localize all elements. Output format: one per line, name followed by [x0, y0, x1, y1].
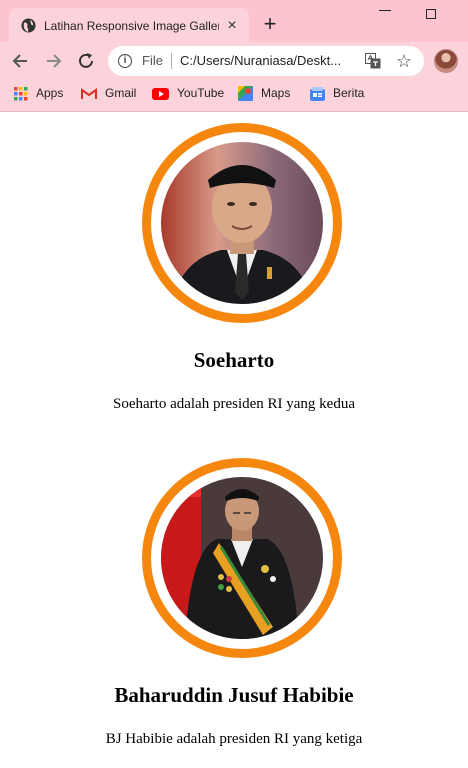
arrow-left-icon[interactable] [10, 50, 32, 72]
bookmark-label: YouTube [177, 86, 225, 100]
avatar[interactable] [434, 49, 458, 73]
portrait-frame [142, 123, 342, 323]
url-scheme: File [142, 53, 163, 68]
tab-title: Latihan Responsive Image Gallery [44, 19, 219, 33]
tab-close-button[interactable]: × [223, 17, 241, 35]
star-icon[interactable]: ☆ [396, 51, 412, 71]
person-name: Baharuddin Jusuf Habibie [114, 683, 354, 707]
new-tab-button[interactable]: + [259, 13, 281, 36]
translate-icon[interactable] [365, 53, 381, 69]
bookmarks-bar: Apps Gmail YouTube Maps Berita [0, 80, 468, 106]
reload-icon[interactable] [75, 50, 97, 72]
url-text[interactable]: C:/Users/Nuraniasa/Deskt... [180, 53, 358, 69]
portrait-frame [142, 458, 342, 658]
tab-strip: Latihan Responsive Image Gallery × + [0, 0, 468, 42]
gmail-icon [81, 87, 97, 99]
maps-icon [238, 86, 253, 102]
bookmark-label: Gmail [105, 86, 137, 100]
browser-chrome: Latihan Responsive Image Gallery × + i F… [0, 0, 468, 112]
url-separator [171, 53, 172, 69]
bookmark-gmail[interactable]: Gmail [81, 84, 136, 102]
address-bar[interactable]: i File C:/Users/Nuraniasa/Deskt... ☆ [108, 46, 424, 76]
bookmark-maps[interactable]: Maps [238, 84, 290, 102]
maximize-button[interactable] [426, 9, 436, 19]
person-description: BJ Habibie adalah presiden RI yang ketig… [105, 731, 363, 747]
bookmark-label: Apps [36, 86, 64, 100]
youtube-icon [152, 87, 169, 100]
bookmark-label: Berita [333, 86, 365, 100]
globe-icon [21, 18, 36, 33]
info-icon[interactable]: i [118, 54, 132, 68]
bookmark-label: Maps [261, 86, 291, 100]
portrait-photo-soeharto [161, 142, 323, 304]
person-description: Soeharto adalah presiden RI yang kedua [113, 396, 355, 412]
bookmark-apps[interactable]: Apps [14, 84, 63, 102]
toolbar: i File C:/Users/Nuraniasa/Deskt... ☆ [0, 42, 468, 80]
minimize-button[interactable] [379, 10, 391, 11]
apps-grid-icon [14, 86, 28, 101]
bookmark-youtube[interactable]: YouTube [152, 84, 224, 102]
browser-tab[interactable]: Latihan Responsive Image Gallery × [9, 8, 249, 42]
news-icon [310, 86, 325, 101]
person-name: Soeharto [193, 348, 275, 372]
bookmark-berita[interactable]: Berita [310, 84, 364, 102]
page-content: Soeharto Soeharto adalah presiden RI yan… [0, 112, 468, 768]
arrow-right-icon[interactable] [42, 50, 64, 72]
portrait-photo-habibie [161, 477, 323, 639]
